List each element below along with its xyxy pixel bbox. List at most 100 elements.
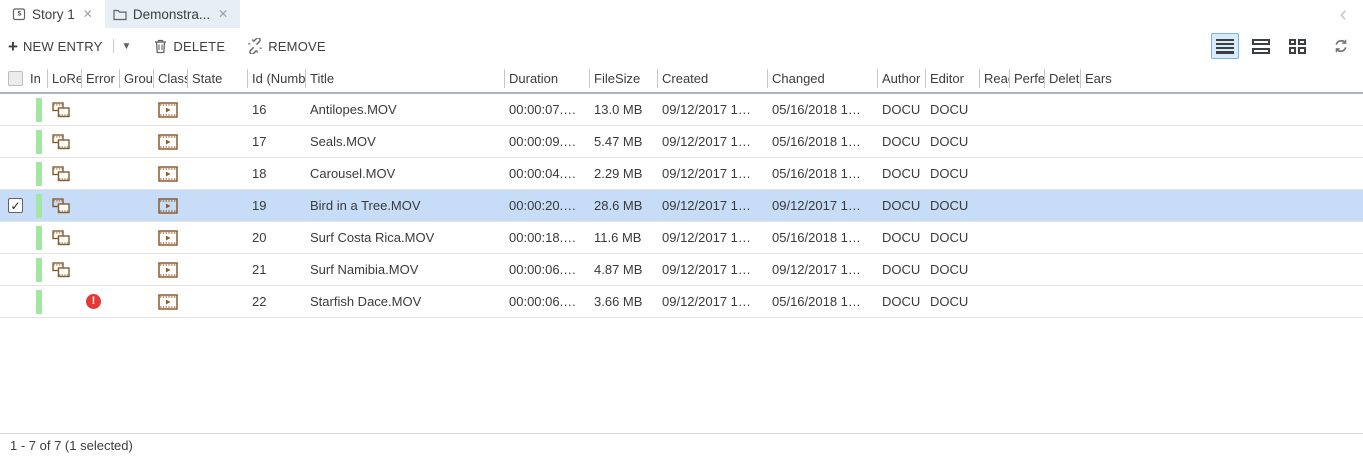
list-view-button[interactable]	[1211, 33, 1239, 59]
duration-cell: 00:00:04.…	[505, 158, 590, 189]
refresh-icon	[1333, 38, 1349, 54]
column-header-error[interactable]: Error	[82, 69, 120, 88]
tab-bar: Story 1 ✕ Demonstra... ✕ ‹	[0, 0, 1363, 28]
changed-cell: 05/16/2018 1…	[768, 126, 878, 157]
delet-cell	[1045, 190, 1081, 221]
filesize-cell: 11.6 MB	[590, 222, 658, 253]
author-cell: DOCU	[878, 222, 926, 253]
delet-cell	[1045, 126, 1081, 157]
split-view-button[interactable]	[1247, 33, 1275, 59]
column-header-editor[interactable]: Editor	[926, 69, 980, 88]
error-cell: !	[82, 222, 120, 253]
ears-cell	[1081, 190, 1363, 221]
read-cell	[980, 190, 1010, 221]
id-cell: 22	[248, 286, 306, 317]
column-header-changed[interactable]: Changed	[768, 69, 878, 88]
checkbox-cell: ✓	[0, 158, 30, 189]
column-header-title[interactable]: Title	[306, 69, 505, 88]
column-header-perfe[interactable]: Perfe	[1010, 69, 1045, 88]
lores-clip-icon	[52, 262, 70, 278]
table-row[interactable]: ✓ !	[0, 94, 1363, 126]
tab-close-icon[interactable]: ✕	[216, 6, 230, 22]
video-clip-icon	[158, 166, 178, 182]
column-header-id[interactable]: Id (Numb	[248, 69, 306, 88]
error-cell: !	[82, 190, 120, 221]
new-entry-label: NEW ENTRY	[23, 39, 103, 54]
new-entry-button[interactable]: + NEW ENTRY ▼	[8, 38, 131, 55]
list-view-icon	[1216, 39, 1234, 54]
filesize-cell: 4.87 MB	[590, 254, 658, 285]
lores-cell	[48, 94, 82, 125]
grid-view-button[interactable]	[1283, 33, 1311, 59]
column-header-author[interactable]: Author	[878, 69, 926, 88]
author-cell: DOCU	[878, 286, 926, 317]
created-cell: 09/12/2017 1…	[658, 254, 768, 285]
tab-close-icon[interactable]: ✕	[81, 6, 95, 22]
column-header-lore[interactable]: LoRe	[48, 69, 82, 88]
split-view-icon	[1252, 39, 1270, 54]
in-status-bar	[36, 130, 42, 154]
created-cell: 09/12/2017 1…	[658, 190, 768, 221]
delet-cell	[1045, 222, 1081, 253]
column-header-created[interactable]: Created	[658, 69, 768, 88]
duration-cell: 00:00:06.…	[505, 286, 590, 317]
tab-label: Story 1	[32, 7, 75, 22]
select-all-cell[interactable]	[0, 64, 30, 92]
changed-cell: 05/16/2018 1…	[768, 286, 878, 317]
story-icon	[12, 7, 26, 21]
column-header-in[interactable]: In	[30, 69, 48, 88]
table-row[interactable]: ✓ !	[0, 222, 1363, 254]
row-checkbox[interactable]: ✓	[8, 198, 23, 213]
error-cell: !	[82, 254, 120, 285]
author-cell: DOCU	[878, 254, 926, 285]
changed-cell: 09/12/2017 1…	[768, 254, 878, 285]
table-row[interactable]: ✓ !	[0, 158, 1363, 190]
delete-button[interactable]: DELETE	[153, 38, 225, 54]
column-header-delet[interactable]: Delet	[1045, 69, 1081, 88]
collapse-panel-chevron-icon[interactable]: ‹	[1340, 3, 1347, 25]
read-cell	[980, 222, 1010, 253]
lores-cell	[48, 222, 82, 253]
title-cell: Antilopes.MOV	[306, 94, 505, 125]
chevron-down-icon[interactable]: ▼	[122, 41, 132, 52]
column-header-duration[interactable]: Duration	[505, 69, 590, 88]
title-cell: Bird in a Tree.MOV	[306, 190, 505, 221]
column-header-read[interactable]: Read	[980, 69, 1010, 88]
filesize-cell: 5.47 MB	[590, 126, 658, 157]
in-cell	[30, 286, 48, 317]
checkbox-cell: ✓	[0, 94, 30, 125]
group-cell	[120, 254, 154, 285]
lores-cell	[48, 126, 82, 157]
refresh-button[interactable]	[1333, 38, 1349, 54]
column-header-class[interactable]: Class	[154, 69, 188, 88]
author-cell: DOCU	[878, 94, 926, 125]
tab-demonstration[interactable]: Demonstra... ✕	[105, 0, 240, 28]
editor-cell: DOCU	[926, 94, 980, 125]
remove-button[interactable]: REMOVE	[247, 38, 326, 54]
editor-cell: DOCU	[926, 126, 980, 157]
select-all-checkbox[interactable]	[8, 71, 23, 86]
lores-clip-icon	[52, 166, 70, 182]
column-header-grou[interactable]: Grou	[120, 69, 154, 88]
column-header-filesize[interactable]: FileSize	[590, 69, 658, 88]
id-cell: 19	[248, 190, 306, 221]
error-cell: !	[82, 126, 120, 157]
group-cell	[120, 222, 154, 253]
tab-story-1[interactable]: Story 1 ✕	[4, 0, 105, 28]
id-cell: 18	[248, 158, 306, 189]
state-cell	[188, 190, 248, 221]
row-count-status: 1 - 7 of 7 (1 selected)	[10, 438, 133, 453]
lores-cell	[48, 254, 82, 285]
table-row[interactable]: ✓ !	[0, 190, 1363, 222]
column-header-ears[interactable]: Ears	[1081, 69, 1363, 88]
duration-cell: 00:00:07.…	[505, 94, 590, 125]
state-cell	[188, 126, 248, 157]
table-row[interactable]: ✓ !	[0, 126, 1363, 158]
table-row[interactable]: ✓ !	[0, 254, 1363, 286]
checkbox-cell: ✓	[0, 126, 30, 157]
class-cell	[154, 126, 188, 157]
column-header-state[interactable]: State	[188, 69, 248, 88]
trash-icon	[153, 38, 168, 54]
created-cell: 09/12/2017 1…	[658, 94, 768, 125]
table-row[interactable]: ✓ !	[0, 286, 1363, 318]
